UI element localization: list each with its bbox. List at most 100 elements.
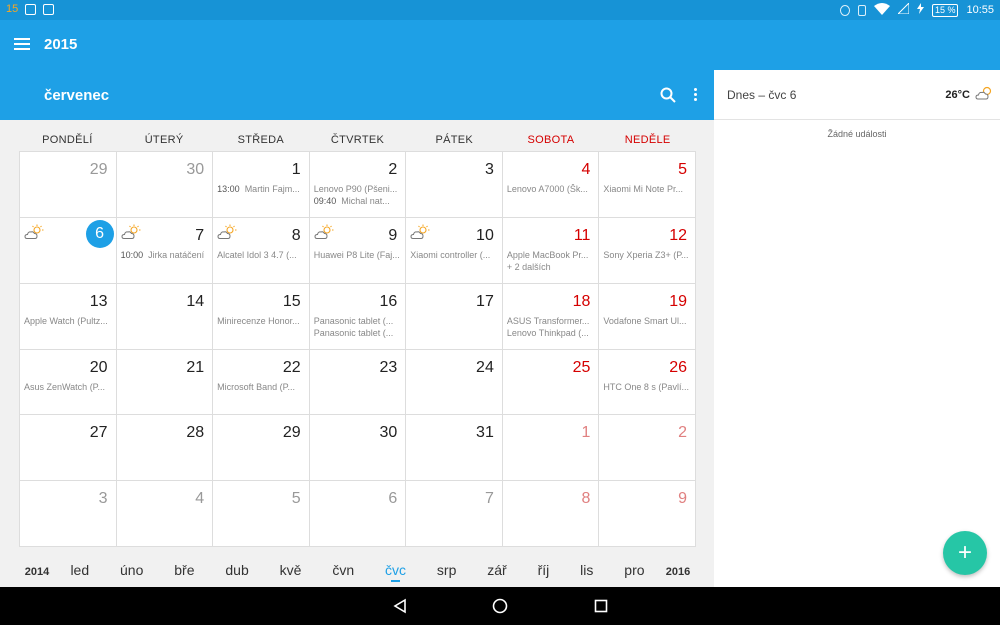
day-cell[interactable]: 19 Vodafone Smart Ul... — [599, 283, 696, 350]
month-tab[interactable]: čvc — [385, 562, 406, 582]
day-cell[interactable]: 1 13:00 Martin Fajm... — [213, 152, 310, 218]
day-cell[interactable]: 29 — [20, 152, 117, 218]
month-tab[interactable]: čvn — [332, 562, 354, 582]
month-tab[interactable]: bře — [174, 562, 194, 582]
day-cell[interactable]: 17 — [406, 283, 503, 350]
day-cell[interactable]: 9 — [599, 481, 696, 547]
event-item[interactable]: Panasonic tablet (... — [314, 316, 402, 327]
day-cell[interactable]: 29 — [213, 415, 310, 482]
event-title: HTC One 8 s (Pavlí... — [603, 381, 689, 392]
day-cell[interactable]: 16 Panasonic tablet (... Panasonic tablet … — [309, 283, 407, 350]
day-number: 28 — [186, 424, 205, 442]
event-item[interactable]: Lenovo A7000 (Šk... — [507, 184, 595, 195]
event-title: Lenovo A7000 (Šk... — [506, 184, 588, 194]
day-cell[interactable]: 22 Microsoft Band (P... — [213, 349, 310, 416]
back-icon[interactable] — [392, 598, 408, 614]
day-cell[interactable]: 13 Apple Watch (Pultz... — [20, 283, 117, 350]
day-cell[interactable]: 5 — [213, 481, 310, 547]
day-cell[interactable]: 27 — [20, 415, 117, 482]
day-cell[interactable]: 21 — [116, 349, 214, 416]
day-cell[interactable]: 11 Apple MacBook Pr... + 2 dalších — [502, 217, 600, 284]
home-icon[interactable] — [492, 598, 508, 614]
calendar-notification-icon — [43, 3, 55, 15]
day-cell[interactable]: 6 — [20, 217, 117, 284]
event-item[interactable]: Microsoft Band (P... — [217, 382, 305, 393]
day-cell[interactable]: 7 — [406, 481, 503, 547]
event-item[interactable]: Xiaomi Mi Note Pr... — [603, 184, 691, 195]
day-cell[interactable]: 28 — [116, 415, 214, 482]
day-cell[interactable]: 5 Xiaomi Mi Note Pr... — [599, 152, 696, 218]
event-item[interactable]: Minirecenze Honor... — [217, 316, 305, 327]
event-item[interactable]: HTC One 8 s (Pavlí... — [603, 382, 691, 393]
day-cell[interactable]: 8 Alcatel Idol 3 4.7 (... — [213, 217, 310, 284]
month-tab[interactable]: led — [70, 562, 89, 582]
event-item[interactable]: Asus ZenWatch (P... — [24, 382, 112, 393]
month-tab[interactable]: dub — [225, 562, 248, 582]
day-cell[interactable]: 26 HTC One 8 s (Pavlí... — [599, 349, 696, 416]
day-cell[interactable]: 14 — [116, 283, 214, 350]
event-item[interactable]: Huawei P8 Lite (Faj... — [314, 250, 402, 261]
event-item[interactable]: Panasonic tablet (... — [314, 328, 402, 339]
month-tab[interactable]: pro — [624, 562, 644, 582]
event-title: Lenovo P90 (Pšeni... — [313, 184, 398, 194]
weekday-tuesday: ÚTERÝ — [144, 134, 184, 146]
day-cell[interactable]: 2 Lenovo P90 (Pšeni... 09:40 Michal nat... — [309, 152, 407, 218]
event-item[interactable]: Vodafone Smart Ul... — [603, 316, 691, 327]
day-cell[interactable]: 18 ASUS Transformer... Lenovo Thinkpad (..… — [502, 283, 600, 350]
month-tab[interactable]: kvě — [280, 562, 302, 582]
day-number: 14 — [186, 292, 205, 310]
next-year-button[interactable]: 2016 — [660, 566, 696, 578]
day-cell[interactable]: 23 — [309, 349, 407, 416]
day-cell[interactable]: 25 — [502, 349, 600, 416]
year-title[interactable]: 2015 — [44, 36, 77, 53]
day-cell[interactable]: 1 — [502, 415, 600, 482]
event-item[interactable]: 13:00 Martin Fajm... — [217, 184, 305, 195]
month-tab[interactable]: lis — [580, 562, 593, 582]
day-number: 12 — [669, 226, 687, 244]
event-item[interactable]: 09:40 Michal nat... — [314, 196, 402, 207]
day-cell[interactable]: 15 Minirecenze Honor... — [213, 283, 310, 350]
day-cell[interactable]: 8 — [502, 481, 600, 547]
day-cell[interactable]: 10 Xiaomi controller (... — [406, 217, 503, 284]
month-tab[interactable]: srp — [437, 562, 456, 582]
day-cell[interactable]: 3 — [406, 152, 503, 218]
event-item[interactable]: + 2 dalších — [507, 262, 595, 273]
more-options-icon[interactable] — [690, 87, 700, 103]
event-item[interactable]: ASUS Transformer... — [507, 316, 595, 327]
recent-apps-icon[interactable] — [593, 598, 609, 614]
day-cell[interactable]: 2 — [599, 415, 696, 482]
event-item[interactable]: Apple Watch (Pultz... — [24, 316, 112, 327]
event-item[interactable]: Alcatel Idol 3 4.7 (... — [217, 250, 305, 261]
prev-year-button[interactable]: 2014 — [19, 566, 55, 578]
charging-icon — [916, 3, 924, 17]
search-icon[interactable] — [660, 87, 676, 103]
month-title[interactable]: červenec — [44, 87, 109, 104]
day-cell[interactable]: 20 Asus ZenWatch (P... — [20, 349, 117, 416]
day-cell[interactable]: 4 Lenovo A7000 (Šk... — [502, 152, 600, 218]
day-cell[interactable]: 30 — [309, 415, 407, 482]
day-number: 30 — [379, 424, 398, 442]
event-item[interactable]: Apple MacBook Pr... — [507, 250, 595, 261]
add-event-button[interactable]: + — [943, 531, 987, 575]
event-item[interactable]: Sony Xperia Z3+ (P... — [603, 250, 691, 261]
month-tab[interactable]: úno — [120, 562, 143, 582]
month-tab[interactable]: říj — [538, 562, 550, 582]
event-item[interactable]: 10:00 Jirka natáčení — [121, 250, 209, 261]
selected-date: Dnes – čvc 6 — [727, 88, 797, 102]
day-cell[interactable]: 4 — [116, 481, 214, 547]
day-number: 9 — [678, 490, 687, 508]
event-title: Xiaomi Mi Note Pr... — [603, 184, 683, 194]
day-cell[interactable]: 30 — [116, 152, 214, 218]
day-cell[interactable]: 31 — [406, 415, 503, 482]
day-cell[interactable]: 7 10:00 Jirka natáčení — [116, 217, 214, 284]
day-cell[interactable]: 12 Sony Xperia Z3+ (P... — [599, 217, 696, 284]
day-cell[interactable]: 24 — [406, 349, 503, 416]
event-item[interactable]: Lenovo P90 (Pšeni... — [314, 184, 402, 195]
day-cell[interactable]: 3 — [20, 481, 117, 547]
hamburger-menu-icon[interactable] — [14, 38, 30, 50]
event-item[interactable]: Lenovo Thinkpad (... — [507, 328, 595, 339]
event-item[interactable]: Xiaomi controller (... — [410, 250, 498, 261]
day-cell[interactable]: 6 — [309, 481, 407, 547]
month-tab[interactable]: zář — [487, 562, 506, 582]
day-cell[interactable]: 9 Huawei P8 Lite (Faj... — [309, 217, 407, 284]
